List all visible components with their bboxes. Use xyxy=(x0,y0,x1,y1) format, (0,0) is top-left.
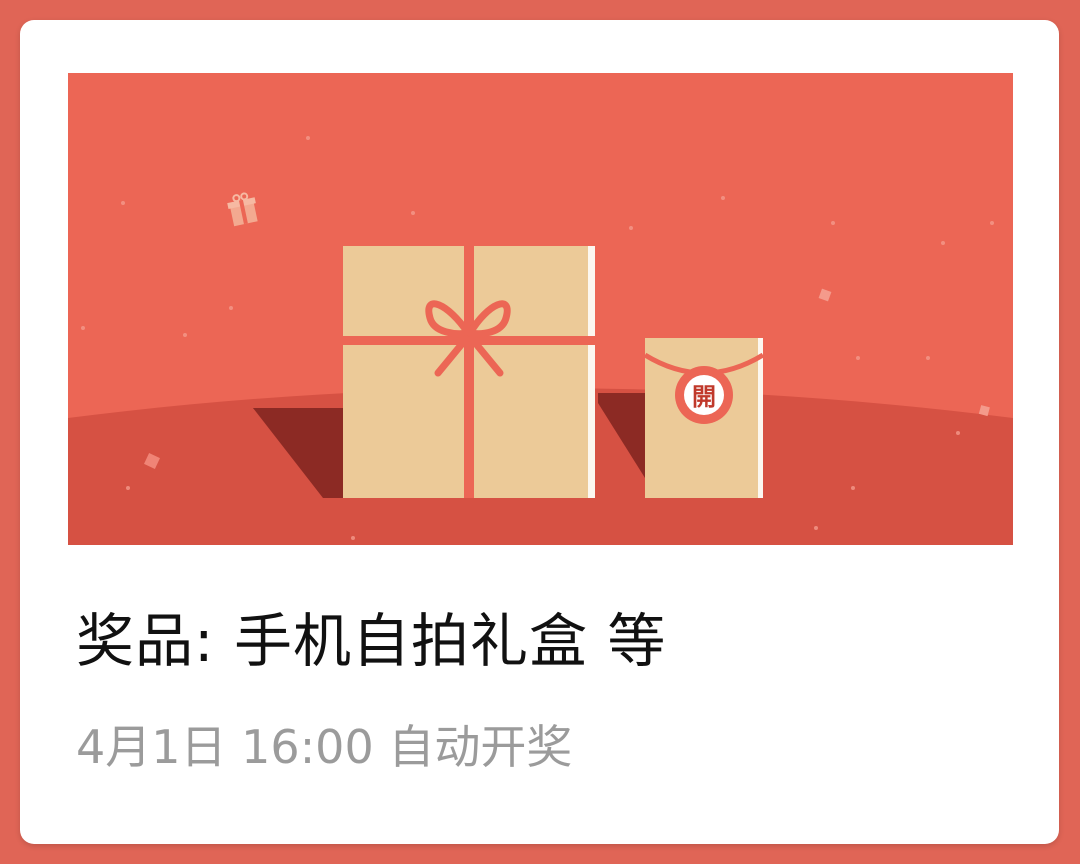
gift-illustration: 開 xyxy=(68,73,1013,545)
draw-time-text: 4月1日 16:00 自动开奖 xyxy=(76,720,573,774)
lottery-card[interactable]: 開 奖品: 手机自拍礼盒 等 4月1日 16:00 自动开奖 xyxy=(20,20,1059,844)
prize-title: 奖品: 手机自拍礼盒 等 xyxy=(76,607,667,675)
big-gift-box xyxy=(343,246,595,498)
gift-banner-image[interactable]: 開 xyxy=(68,73,1013,545)
seal-text: 開 xyxy=(692,383,716,411)
envelope-box: 開 xyxy=(643,338,765,498)
